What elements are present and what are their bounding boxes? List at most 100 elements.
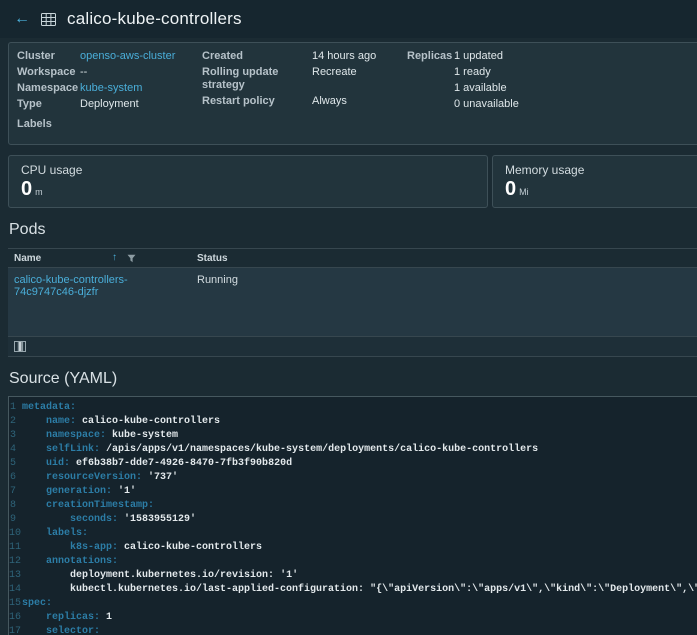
yaml-line-number: 17 [9,626,22,635]
yaml-line: 2 name: calico-kube-controllers [9,415,697,429]
source-yaml-heading: Source (YAML) [9,370,118,387]
yaml-line: 17 selector: [9,625,697,635]
back-icon[interactable]: ← [14,11,30,27]
yaml-line-number: 13 [9,570,22,581]
yaml-line-content: name: calico-kube-controllers [22,415,220,429]
yaml-line-number: 16 [9,612,22,623]
yaml-line: 7 generation: '1' [9,485,697,499]
table-row: calico-kube-controllers-74c9747c46-djzfr… [8,268,697,298]
yaml-key: selector: [46,626,101,635]
summary-field-row: Type Deployment [17,98,202,111]
summary-field-value: Recreate [312,66,357,78]
replicas-label: Replicas [407,50,453,62]
replicas-value: 0 unavailable [454,98,519,110]
summary-field-value: Deployment [80,98,139,110]
sort-ascending-icon[interactable]: ↑ [112,252,117,263]
yaml-line: 15 spec: [9,597,697,611]
summary-field-value: 14 hours ago [312,50,377,62]
yaml-source-viewer[interactable]: 1 metadata: 2 name: calico-kube-controllers… [8,396,697,635]
yaml-key: spec: [22,598,53,609]
page-title: calico-kube-controllers [67,9,242,28]
yaml-line: 8 creationTimestamp: [9,499,697,513]
yaml-key: metadata: [22,402,77,413]
yaml-line: 12 annotations: [9,555,697,569]
summary-field-label: Namespace [17,82,79,94]
cpu-usage-card: CPU usage 0m [8,155,488,208]
yaml-value: '1' [118,486,137,497]
yaml-line-number: 3 [9,430,16,441]
deployment-grid-icon [41,12,56,26]
yaml-key: labels: [46,528,89,539]
memory-usage-value: 0 [505,178,517,200]
summary-field-value[interactable]: kube-system [80,82,142,95]
yaml-line: 1 metadata: [9,401,697,415]
summary-field-row: Workspace -- [17,66,202,79]
summary-field-label: Labels [17,118,52,130]
yaml-key: generation: [46,486,113,497]
summary-field-row: Cluster openso-aws-cluster [17,50,202,63]
yaml-line: 13 deployment.kubernetes.io/revision: '1' [9,569,697,583]
yaml-key: creationTimestamp: [46,500,155,511]
usage-cards-row: CPU usage 0m Memory usage 0 Mi [8,155,697,208]
yaml-line-content: replicas: 1 [22,611,112,625]
replicas-value: 1 updated [454,50,503,62]
yaml-line-content: uid: ef6b38b7-dde7-4926-8470-7fb3f90b820… [22,457,292,471]
summary-field-row: Rolling update strategy Recreate [202,66,407,92]
summary-panel: Cluster openso-aws-cluster Workspace -- Name… [8,42,697,145]
yaml-line-content: metadata: [22,401,76,415]
summary-field-label: Created [202,50,243,62]
memory-usage-unit: Mi [519,187,529,197]
memory-usage-card: Memory usage 0 Mi [492,155,697,208]
yaml-value: '1' [280,570,299,581]
pods-table-header: Name ↑ Status [8,248,697,268]
yaml-line: 4 selfLink: /apis/apps/v1/namespaces/kube… [9,443,697,457]
yaml-line-number: 4 [9,444,16,455]
yaml-line: 16 replicas: 1 [9,611,697,625]
yaml-value: "{\"apiVersion\":\"apps/v1\",\"kind\":\"… [370,584,697,595]
summary-field-value[interactable]: openso-aws-cluster [80,50,175,63]
yaml-line-number: 10 [9,528,22,539]
yaml-line-content: labels: [22,527,88,541]
yaml-line: 10 labels: [9,527,697,541]
yaml-line: 6 resourceVersion: '737' [9,471,697,485]
summary-field-value: -- [80,66,88,78]
yaml-key: annotations: [46,556,119,567]
yaml-line-number: 5 [9,458,16,469]
yaml-line-content: annotations: [22,555,118,569]
yaml-value: calico-kube-controllers [124,542,263,553]
yaml-key: deployment.kubernetes.io/revision: [70,570,275,581]
pod-status: Running [197,274,238,286]
filter-funnel-icon[interactable] [127,254,136,266]
cpu-usage-title: CPU usage [21,163,83,177]
replicas-value: 1 ready [454,66,491,78]
yaml-value: /apis/apps/v1/namespaces/kube-system/dep… [106,444,539,455]
yaml-line-content: selfLink: /apis/apps/v1/namespaces/kube-… [22,443,538,457]
summary-field-label: Workspace [17,66,76,78]
yaml-key: replicas: [46,612,101,623]
yaml-line-content: seconds: '1583955129' [22,513,196,527]
summary-field-row: Created 14 hours ago [202,50,407,63]
pods-table-body: calico-kube-controllers-74c9747c46-djzfr… [8,268,697,336]
yaml-line-content: resourceVersion: '737' [22,471,178,485]
yaml-line-number: 11 [9,542,22,553]
yaml-key: kubectl.kubernetes.io/last-applied-confi… [70,584,365,595]
column-header-name: Name ↑ [8,249,190,267]
summary-field-row: Restart policy Always [202,95,407,108]
yaml-key: resourceVersion: [46,472,143,483]
yaml-line-number: 15 [9,598,22,609]
yaml-line-number: 8 [9,500,16,511]
yaml-value: '1583955129' [124,514,197,525]
summary-column-middle: Created 14 hours ago Rolling update strate… [202,50,407,134]
yaml-line: 14 kubectl.kubernetes.io/last-applied-con… [9,583,697,597]
yaml-value: calico-kube-controllers [82,416,221,427]
yaml-key: uid: [46,458,71,469]
column-picker-icon[interactable] [14,341,26,352]
yaml-line-content: k8s-app: calico-kube-controllers [22,541,262,555]
pod-name-link[interactable]: calico-kube-controllers-74c9747c46-djzfr [8,274,190,298]
summary-column-left: Cluster openso-aws-cluster Workspace -- Name… [17,50,202,134]
yaml-line: 11 k8s-app: calico-kube-controllers [9,541,697,555]
summary-column-replicas: Replicas 1 updated 1 ready 1 available 0 un… [407,50,519,134]
yaml-line-number: 7 [9,486,16,497]
top-bar: ← calico-kube-controllers [0,0,697,38]
pods-table-footer [8,336,697,357]
